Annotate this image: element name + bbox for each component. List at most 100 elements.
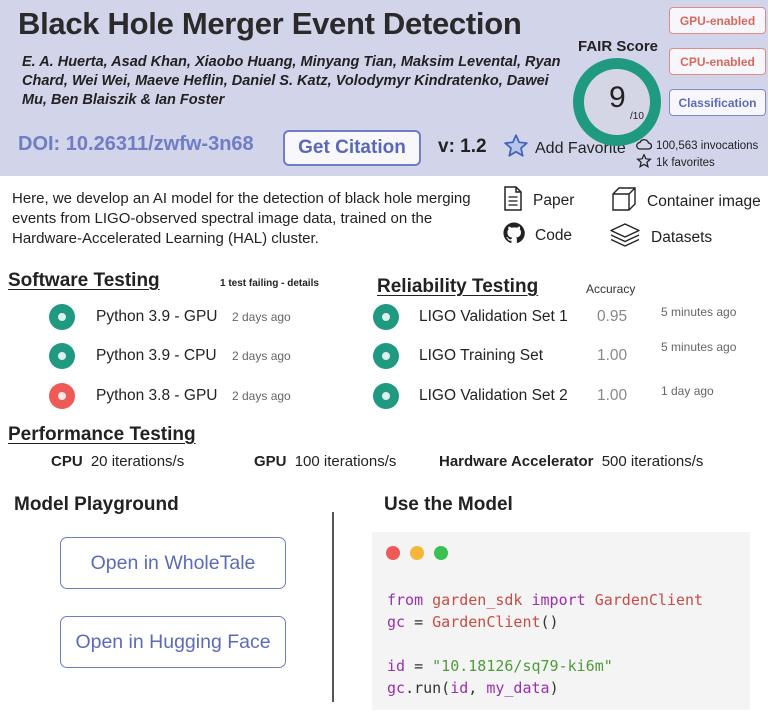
perf-gpu: GPU 100 iterations/s [254, 453, 396, 470]
perf-label: Hardware Accelerator [439, 453, 594, 470]
model-playground-heading: Model Playground [14, 494, 179, 515]
test-name: Python 3.9 - GPU [96, 308, 218, 325]
reliability-test-row: LIGO Validation Set 1 0.95 5 minutes ago [373, 303, 736, 331]
reliability-test-row: LIGO Validation Set 2 1.00 1 day ago [373, 382, 714, 410]
test-name: LIGO Training Set [419, 347, 544, 364]
code-token: my_data [486, 679, 550, 697]
perf-label: GPU [254, 453, 287, 470]
code-token: GardenClient [432, 613, 541, 631]
test-accuracy: 1.00 [597, 387, 628, 404]
test-accuracy: 0.95 [597, 308, 628, 325]
code-token: .run( [405, 679, 451, 697]
model-description: Here, we develop an AI model for the det… [12, 190, 471, 247]
fair-score-value: 9 [609, 81, 626, 114]
use-the-model-heading: Use the Model [384, 494, 513, 515]
reliability-test-row: LIGO Training Set 1.00 5 minutes ago [373, 340, 736, 370]
paper-link[interactable]: Paper [503, 186, 574, 216]
open-hugging-face-button[interactable]: Open in Hugging Face [60, 616, 286, 668]
code-line-client: gc = GardenClient() [387, 613, 559, 631]
failing-tests-note[interactable]: 1 test failing - details [220, 278, 319, 289]
code-token: import [531, 591, 586, 609]
performance-testing-heading: Performance Testing [8, 424, 196, 445]
code-link[interactable]: Code [503, 222, 572, 249]
code-token: garden_sdk [432, 591, 523, 609]
tag-classification[interactable]: Classification [669, 89, 766, 116]
datasets-link[interactable]: Datasets [609, 222, 712, 253]
window-maximize-dot [434, 546, 448, 560]
star-icon [503, 133, 529, 164]
section-divider [332, 512, 334, 702]
container-image-link[interactable]: Container image [611, 186, 761, 217]
status-pass-icon [49, 304, 75, 330]
code-token: ) [549, 679, 559, 697]
star-outline-icon [636, 153, 652, 172]
test-time: 2 days ago [232, 310, 291, 324]
status-fail-icon [49, 383, 75, 409]
perf-label: CPU [51, 453, 83, 470]
favorite-count: 1k favorites [656, 157, 715, 169]
test-name: LIGO Validation Set 1 [419, 308, 568, 325]
test-accuracy: 1.00 [597, 347, 628, 364]
code-token: GardenClient [594, 591, 704, 609]
document-icon [503, 186, 523, 216]
test-time: 2 days ago [232, 349, 291, 363]
fair-score-label: FAIR Score [578, 38, 659, 55]
status-pass-icon [373, 343, 399, 369]
test-name: LIGO Validation Set 2 [419, 387, 568, 404]
fair-score-denominator: /10 [630, 111, 644, 122]
test-name: Python 3.9 - CPU [96, 347, 217, 364]
container-image-label: Container image [647, 192, 761, 210]
test-time: 5 minutes ago [661, 340, 737, 354]
code-token: from [387, 591, 424, 609]
version-label: v: 1.2 [438, 136, 487, 157]
status-pass-icon [49, 343, 75, 369]
code-link-label: Code [535, 226, 573, 244]
code-token: gc [387, 613, 406, 631]
datasets-link-label: Datasets [651, 228, 713, 246]
tag-gpu-enabled[interactable]: GPU-enabled [669, 7, 766, 34]
software-test-row: Python 3.8 - GPU 2 days ago [49, 382, 291, 410]
accuracy-column-header: Accuracy [586, 282, 636, 296]
fair-score-ring: 9 /10 [573, 58, 661, 146]
fair-score-inner: 9 /10 [584, 69, 650, 135]
code-token: gc [387, 679, 406, 697]
perf-accelerator: Hardware Accelerator 500 iterations/s [439, 453, 703, 470]
cube-icon [611, 186, 637, 217]
software-test-row: Python 3.9 - GPU 2 days ago [49, 303, 291, 331]
code-line-id: id = "10.18126/sq79-ki6m" [387, 657, 613, 675]
perf-cpu: CPU 20 iterations/s [51, 453, 184, 470]
code-token: "10.18126/sq79-ki6m" [432, 657, 613, 675]
layers-icon [609, 222, 641, 253]
test-time: 1 day ago [661, 384, 714, 398]
code-token: = [414, 613, 424, 631]
perf-value: 20 iterations/s [90, 453, 185, 470]
usage-stats: 100,563 invocations 1k favorites [636, 138, 758, 172]
open-wholetale-button[interactable]: Open in WholeTale [60, 537, 286, 589]
window-minimize-dot [410, 546, 424, 560]
test-time: 5 minutes ago [661, 305, 737, 319]
author-list: E. A. Huerta, Asad Khan, Xiaobo Huang, M… [22, 54, 561, 108]
code-token: , [468, 679, 487, 697]
code-token: id [450, 679, 469, 697]
get-citation-button[interactable]: Get Citation [283, 130, 421, 166]
status-pass-icon [373, 304, 399, 330]
tag-cpu-enabled[interactable]: CPU-enabled [669, 48, 766, 75]
code-line-import: from garden_sdk import GardenClient [387, 591, 703, 609]
code-token: () [540, 613, 559, 631]
status-pass-icon [373, 383, 399, 409]
code-token: = [414, 657, 424, 675]
github-icon [503, 222, 525, 249]
perf-value: 100 iterations/s [294, 453, 397, 470]
paper-link-label: Paper [533, 192, 575, 209]
page-title: Black Hole Merger Event Detection [18, 6, 522, 41]
invocation-count: 100,563 invocations [656, 140, 759, 152]
window-close-dot [386, 546, 400, 560]
test-name: Python 3.8 - GPU [96, 387, 218, 404]
perf-value: 500 iterations/s [601, 453, 704, 470]
software-test-row: Python 3.9 - CPU 2 days ago [49, 342, 291, 370]
software-testing-heading: Software Testing [8, 270, 160, 291]
test-time: 2 days ago [232, 389, 291, 403]
reliability-testing-heading: Reliability Testing [377, 276, 539, 297]
code-token: id [387, 657, 406, 675]
doi-link[interactable]: DOI: 10.26311/zwfw-3n68 [18, 133, 254, 156]
